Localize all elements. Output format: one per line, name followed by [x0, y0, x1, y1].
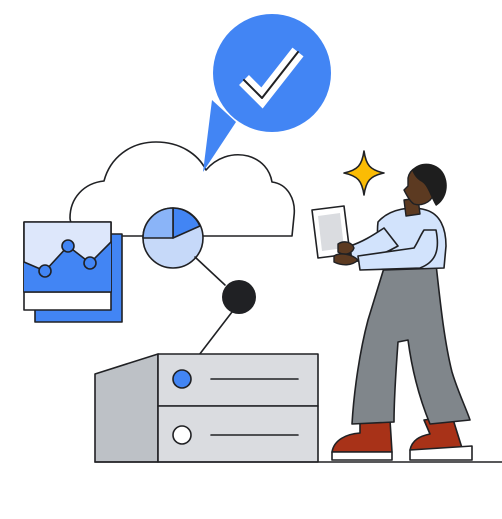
sparkle-icon: [343, 150, 385, 196]
pie-chart-icon: [142, 207, 204, 269]
illustration-svg: [23, 14, 502, 463]
server-rack-icon: [94, 353, 319, 463]
person-with-tablet-icon: [311, 163, 473, 461]
check-bubble-icon: [203, 14, 331, 172]
line-chart-icon: [23, 221, 123, 323]
illustration-scene: [0, 0, 502, 514]
